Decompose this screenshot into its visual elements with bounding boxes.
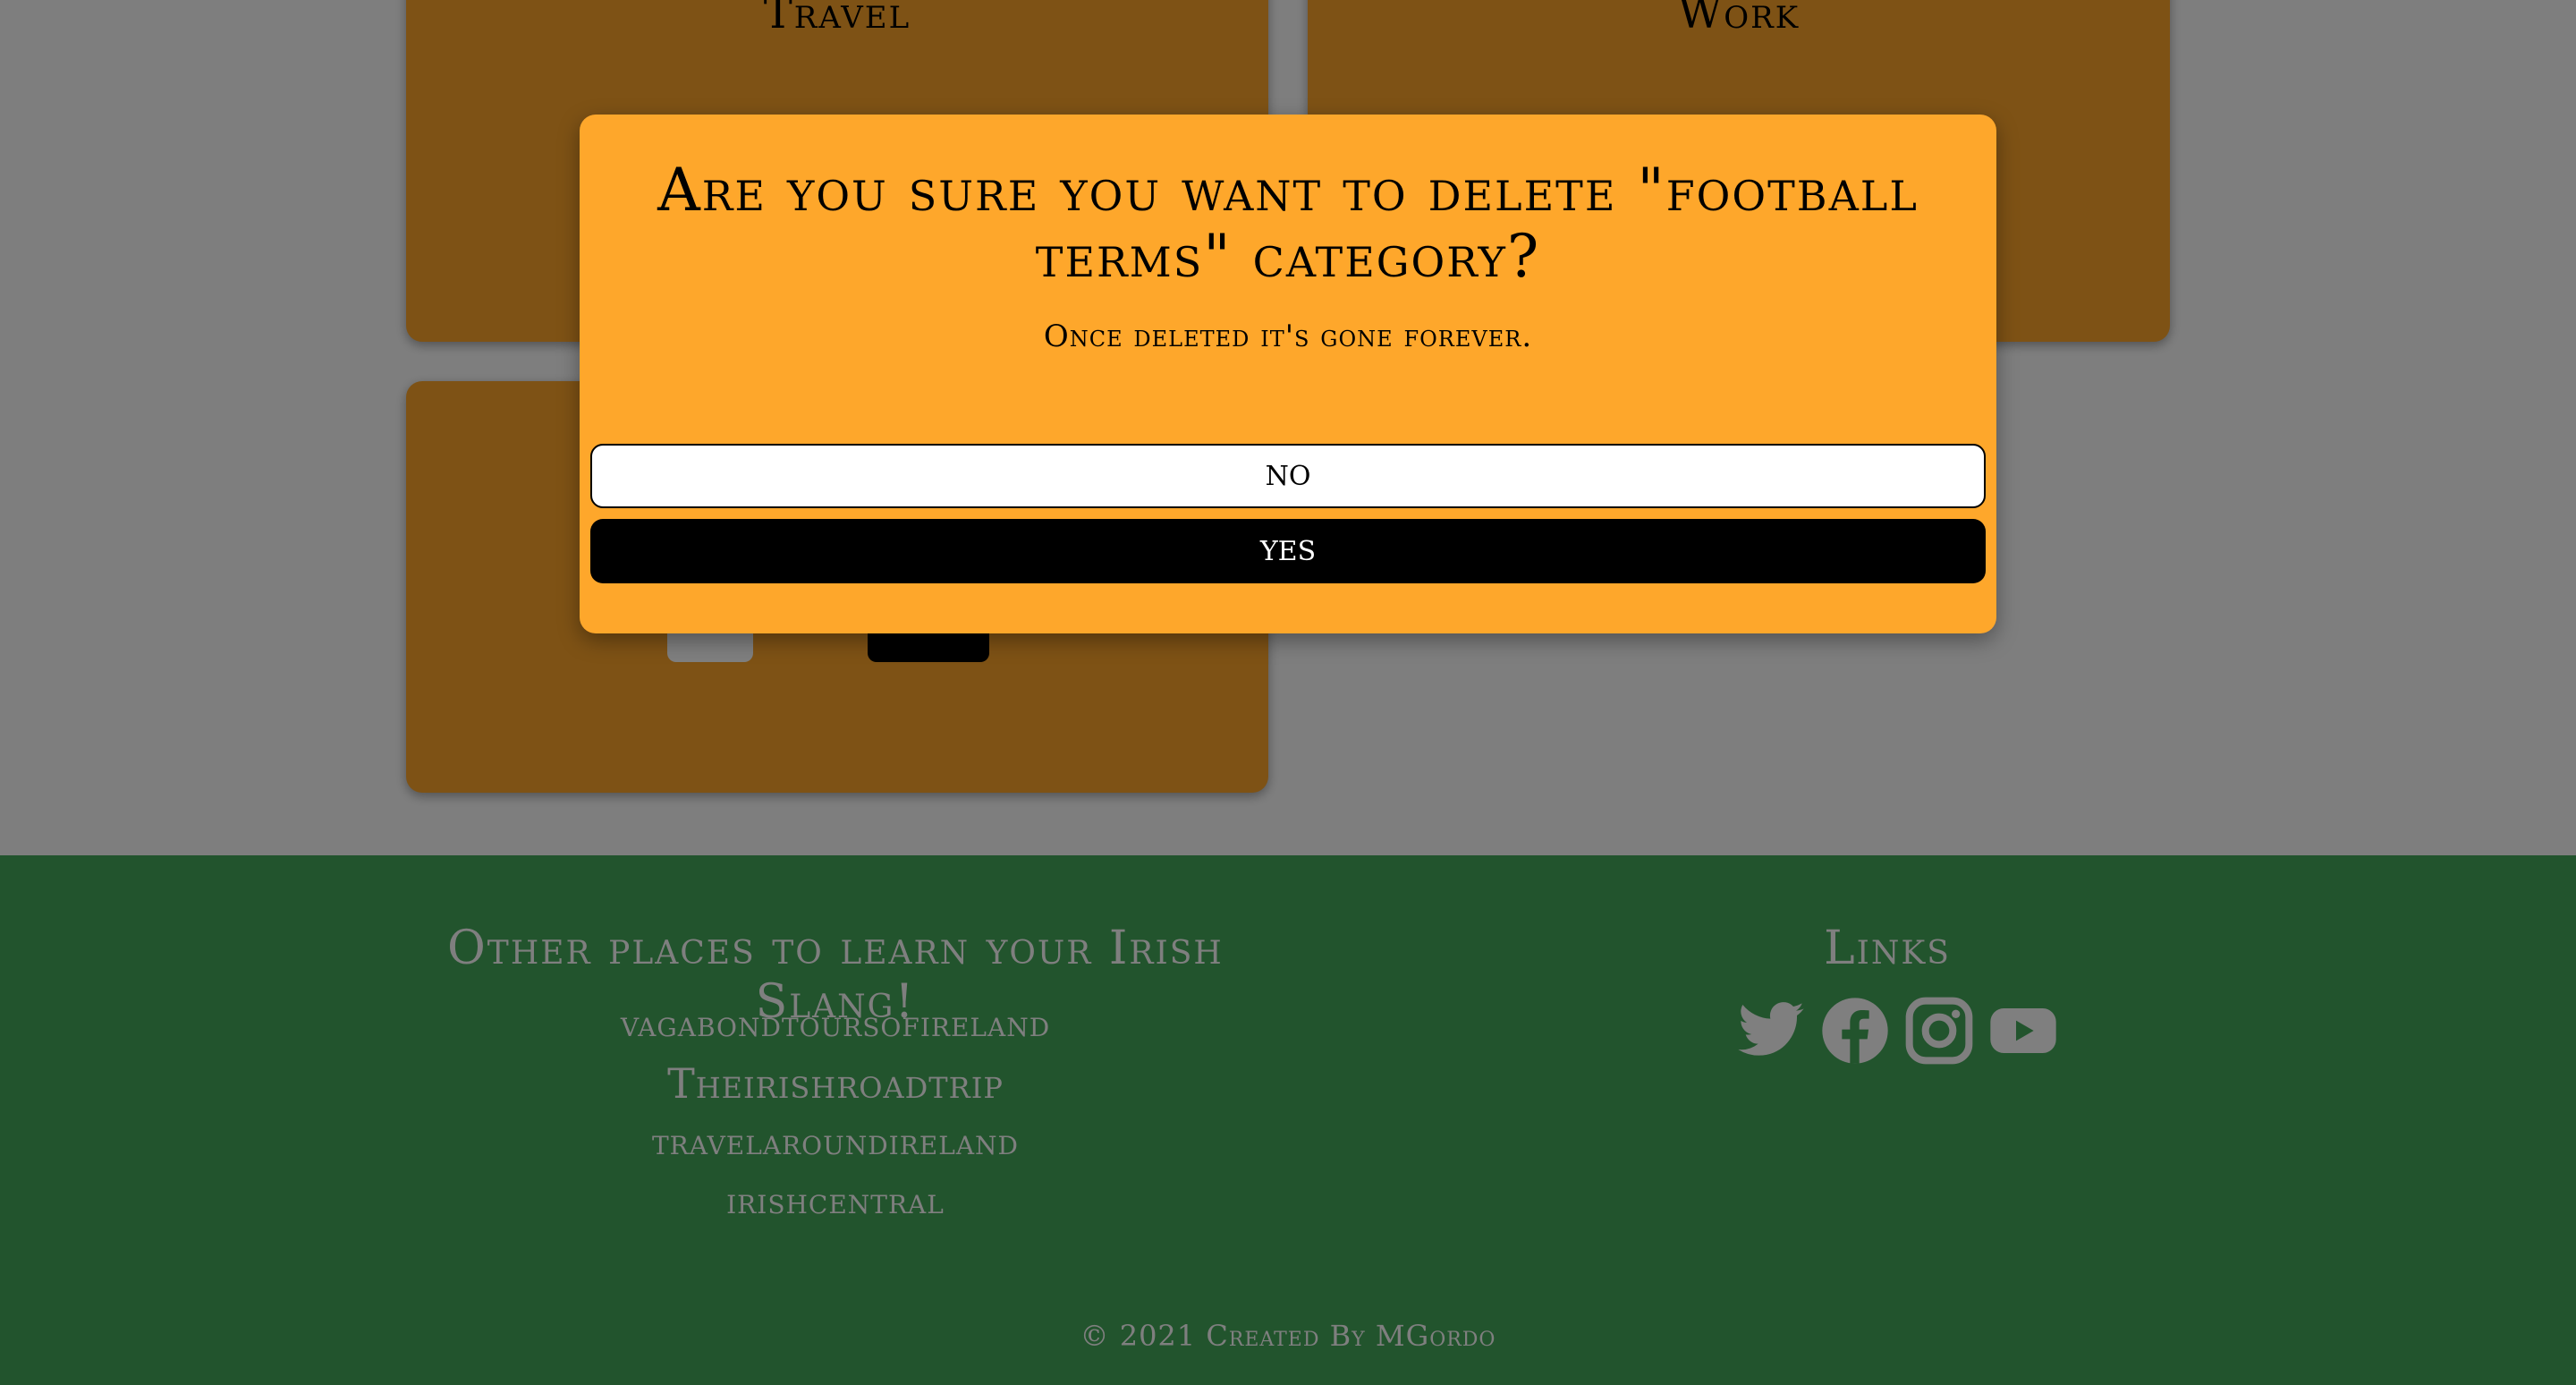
- no-button[interactable]: NO: [590, 444, 1986, 508]
- modal-title: Are you sure you want to delete "footbal…: [657, 156, 1919, 291]
- modal-subtitle: Once deleted it's gone forever.: [1043, 319, 1533, 354]
- yes-button[interactable]: YES: [590, 519, 1986, 583]
- delete-confirm-modal: Are you sure you want to delete "footbal…: [580, 115, 1996, 633]
